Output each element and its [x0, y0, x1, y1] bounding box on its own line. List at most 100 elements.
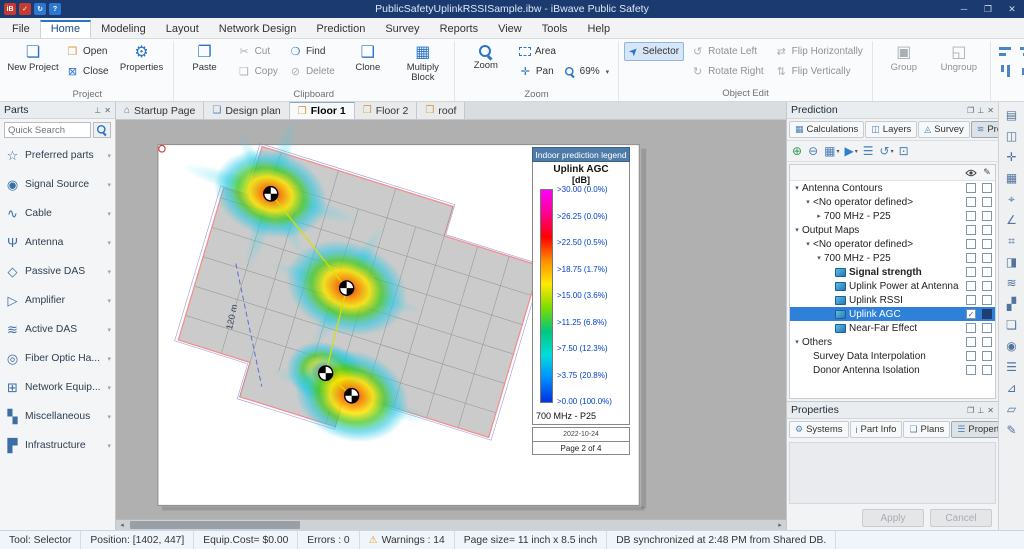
- menu-item-view[interactable]: View: [488, 20, 532, 38]
- prediction-tree-row[interactable]: ▾Antenna Contours: [790, 181, 995, 195]
- prediction-tree-row[interactable]: Uplink AGC✓: [790, 307, 995, 321]
- close-icon[interactable]: ✕: [104, 106, 111, 115]
- floor-plan-canvas[interactable]: 120 m: [116, 120, 786, 530]
- chevron-down-icon[interactable]: [107, 382, 111, 393]
- prediction-tree-row[interactable]: ▾<No operator defined>: [790, 237, 995, 251]
- visibility-checkbox[interactable]: [966, 239, 976, 249]
- chevron-down-icon[interactable]: [107, 295, 111, 306]
- tab-startup-page[interactable]: ⌂ Startup Page: [116, 102, 204, 119]
- horizontal-scrollbar[interactable]: ◂ ▸: [116, 519, 786, 530]
- edit-checkbox[interactable]: [982, 239, 992, 249]
- add-tool-icon[interactable]: ✛: [1002, 147, 1022, 167]
- zoom-level-dropdown[interactable]: 69%: [560, 62, 614, 81]
- hatch-tool-icon[interactable]: ▞: [1002, 294, 1022, 314]
- align-center-button[interactable]: [1017, 42, 1024, 61]
- close-button[interactable]: ⊠Close: [62, 62, 113, 81]
- prediction-tree-row[interactable]: ▾Output Maps: [790, 223, 995, 237]
- prediction-tree-row[interactable]: ▸700 MHz - P25: [790, 209, 995, 223]
- display-settings-button[interactable]: ▦ ▾: [824, 144, 839, 158]
- visibility-checkbox[interactable]: ✓: [966, 309, 976, 319]
- tree-expander-icon[interactable]: ▾: [792, 338, 802, 346]
- align-middle-button[interactable]: [1017, 62, 1024, 81]
- page-tool-icon[interactable]: ❏: [1002, 315, 1022, 335]
- rotate-right-button[interactable]: ↻Rotate Right: [687, 62, 768, 81]
- open-button[interactable]: ❒Open: [62, 42, 113, 61]
- run-prediction-button[interactable]: ▶ ▾: [844, 144, 857, 158]
- flip-vertical-button[interactable]: ⇅Flip Vertically: [771, 62, 867, 81]
- prediction-legend[interactable]: Indoor prediction legend Uplink AGC [dB]…: [532, 147, 630, 455]
- list-tool-icon[interactable]: ☰: [1002, 357, 1022, 377]
- prediction-tree-row[interactable]: Near-Far Effect: [790, 321, 995, 335]
- antenna-symbol[interactable]: [345, 389, 359, 403]
- tab-floor-2[interactable]: ❒ Floor 2: [355, 102, 418, 119]
- tab-systems[interactable]: ⚙ Systems: [789, 421, 849, 438]
- properties-button[interactable]: ⚙ Properties: [116, 42, 168, 88]
- app-logo-icon[interactable]: iB: [4, 3, 16, 15]
- point-tool-icon[interactable]: ◉: [1002, 336, 1022, 356]
- visibility-checkbox[interactable]: [966, 365, 976, 375]
- search-button[interactable]: [93, 122, 111, 138]
- minimize-button[interactable]: ─: [952, 0, 976, 18]
- edit-checkbox[interactable]: [982, 225, 992, 235]
- antenna-symbol[interactable]: [340, 281, 354, 295]
- rotate-left-button[interactable]: ↺Rotate Left: [687, 42, 768, 61]
- visibility-checkbox[interactable]: [966, 323, 976, 333]
- prediction-tree-row[interactable]: Donor Antenna Isolation: [790, 363, 995, 377]
- chevron-down-icon[interactable]: [107, 150, 111, 161]
- apply-button[interactable]: Apply: [862, 509, 924, 527]
- parts-item-passive-das[interactable]: ◇ Passive DAS: [0, 257, 115, 286]
- close-icon[interactable]: ✕: [987, 406, 994, 415]
- find-button[interactable]: ❍Find: [285, 42, 339, 61]
- save-icon[interactable]: ✓: [19, 3, 31, 15]
- group-button[interactable]: ▣ Group: [878, 42, 930, 88]
- chevron-down-icon[interactable]: [107, 179, 111, 190]
- menu-item-network-design[interactable]: Network Design: [209, 20, 307, 38]
- crop-tool-icon[interactable]: ◨: [1002, 252, 1022, 272]
- chevron-down-icon[interactable]: [107, 266, 111, 277]
- edit-checkbox[interactable]: [982, 351, 992, 361]
- visibility-checkbox[interactable]: [966, 267, 976, 277]
- add-button[interactable]: ⊕: [792, 144, 803, 158]
- tree-expander-icon[interactable]: ▾: [803, 198, 813, 206]
- history-button[interactable]: ↺ ▾: [880, 144, 894, 158]
- remove-button[interactable]: ⊖: [808, 144, 819, 158]
- annotate-tool-icon[interactable]: ✎: [1002, 420, 1022, 440]
- parts-item-infrastructure[interactable]: ▛ Infrastructure: [0, 431, 115, 460]
- edit-checkbox[interactable]: [982, 267, 992, 277]
- menu-item-tools[interactable]: Tools: [532, 20, 578, 38]
- chevron-down-icon[interactable]: [107, 237, 111, 248]
- ruler-tool-icon[interactable]: ⌗: [1002, 231, 1022, 251]
- prediction-tree-row[interactable]: ▾<No operator defined>: [790, 195, 995, 209]
- cut-button[interactable]: ✂Cut: [234, 42, 282, 61]
- flip-horizontal-button[interactable]: ⇄Flip Horizontally: [771, 42, 867, 61]
- triangle-tool-icon[interactable]: ⊿: [1002, 378, 1022, 398]
- clone-button[interactable]: ❑ Clone: [342, 42, 394, 88]
- parts-item-antenna[interactable]: Ψ Antenna: [0, 228, 115, 257]
- scroll-right-icon[interactable]: ▸: [774, 520, 786, 530]
- tree-expander-icon[interactable]: ▾: [792, 226, 802, 234]
- edit-checkbox[interactable]: [982, 323, 992, 333]
- menu-item-layout[interactable]: Layout: [156, 20, 209, 38]
- prediction-tree-row[interactable]: Uplink Power at Antenna: [790, 279, 995, 293]
- antenna-symbol[interactable]: [264, 187, 278, 201]
- chevron-down-icon[interactable]: [107, 353, 111, 364]
- antenna-symbol[interactable]: [319, 366, 333, 380]
- prediction-tree-row[interactable]: ▾700 MHz - P25: [790, 251, 995, 265]
- menu-item-prediction[interactable]: Prediction: [306, 20, 375, 38]
- close-icon[interactable]: ✕: [987, 106, 994, 115]
- scrollbar-thumb[interactable]: [130, 521, 300, 529]
- parts-item-signal-source[interactable]: ◉ Signal Source: [0, 170, 115, 199]
- multiply-block-button[interactable]: ▦ Multiply Block: [397, 42, 449, 88]
- tree-expander-icon[interactable]: ▸: [814, 212, 824, 220]
- visibility-checkbox[interactable]: [966, 337, 976, 347]
- edit-checkbox[interactable]: [982, 197, 992, 207]
- align-left-button[interactable]: [996, 42, 1016, 61]
- visibility-checkbox[interactable]: [966, 183, 976, 193]
- parts-item-network-equipment[interactable]: ⊞ Network Equip...: [0, 373, 115, 402]
- tree-expander-icon[interactable]: ▾: [792, 184, 802, 192]
- tab-survey[interactable]: ◬ Survey: [918, 121, 970, 138]
- new-project-button[interactable]: ❏ New Project: [7, 42, 59, 88]
- copy-button[interactable]: ❏Copy: [234, 62, 282, 81]
- selector-button[interactable]: ➤Selector: [624, 42, 684, 61]
- visibility-checkbox[interactable]: [966, 211, 976, 221]
